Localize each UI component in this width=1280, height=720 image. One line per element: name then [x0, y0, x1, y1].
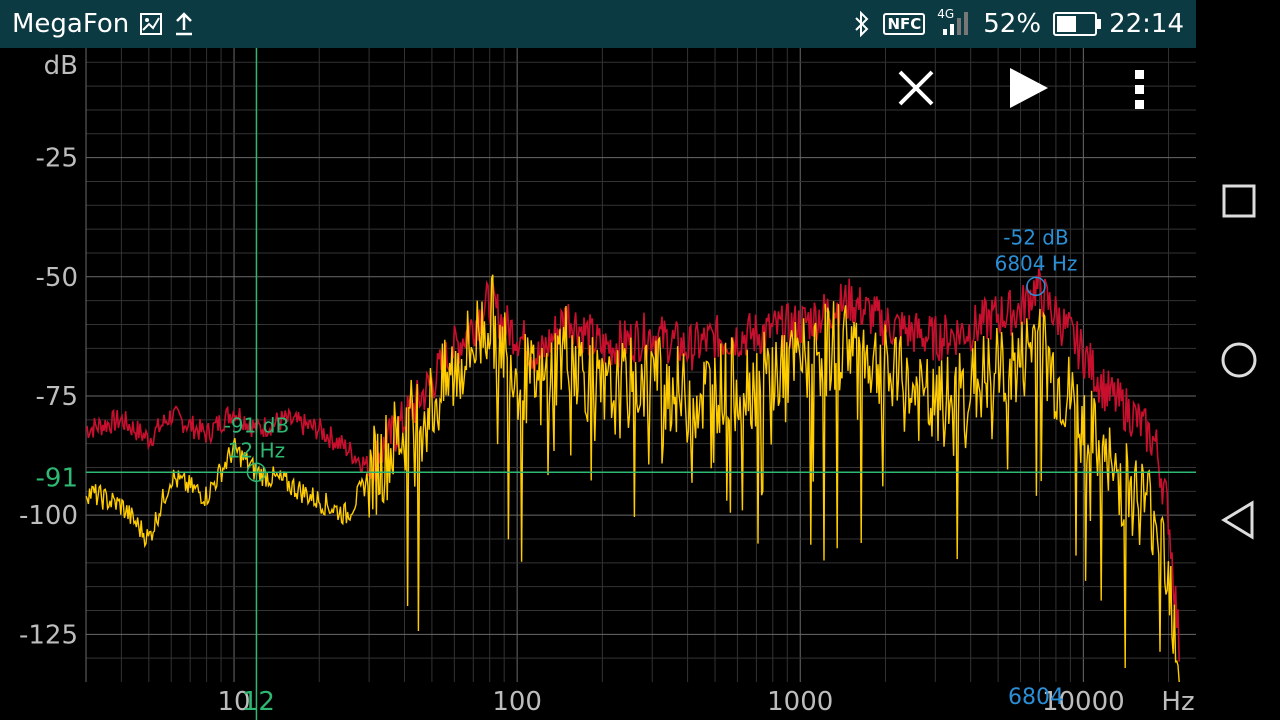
y-axis-unit: dB: [44, 51, 78, 81]
peak-hz-readout: 6804 Hz: [995, 251, 1078, 275]
back-triangle-icon[interactable]: [1220, 500, 1256, 540]
x-tick-label: 100: [492, 687, 542, 717]
status-bar: MegaFon NFC 4G 52% 22:14: [0, 0, 1196, 48]
close-icon[interactable]: [896, 68, 936, 108]
y-tick-label: -25: [36, 144, 78, 174]
navigation-bar: [1196, 0, 1280, 720]
network-type: 4G: [937, 7, 955, 21]
peak-hz-axis-label: 6804: [1008, 685, 1064, 710]
image-icon: [140, 13, 163, 35]
cursor-hz-readout: 12 Hz: [228, 438, 285, 462]
peak-db-readout: -52 dB: [1003, 225, 1068, 249]
y-tick-label: -125: [19, 620, 78, 650]
battery-icon: [1053, 12, 1102, 36]
status-left: MegaFon: [12, 9, 195, 39]
cursor-db-readout: -91 dB: [224, 413, 289, 437]
signal-icon: 4G: [937, 7, 971, 37]
x-tick-label: 1000: [767, 687, 833, 717]
nfc-icon: NFC: [883, 13, 926, 35]
y-tick-label: -75: [36, 382, 78, 412]
x-axis-unit: Hz: [1161, 687, 1194, 717]
clock: 22:14: [1109, 9, 1184, 39]
home-circle-icon[interactable]: [1220, 341, 1258, 379]
spectrum-chart[interactable]: -91 dB12 Hz -52 dB6804 Hz dB-25-50-75-10…: [0, 48, 1196, 720]
more-vert-icon[interactable]: [1130, 68, 1150, 112]
y-tick-label: -100: [19, 501, 78, 531]
cursor-db-axis-label: -91: [36, 463, 78, 493]
chart-traces: [85, 268, 1180, 683]
y-tick-label: -50: [36, 263, 78, 293]
cursor-hz-axis-label: 12: [242, 687, 275, 717]
carrier-name: MegaFon: [12, 9, 130, 39]
battery-fill: [1057, 16, 1076, 32]
bluetooth-icon: [855, 11, 869, 37]
recents-square-icon[interactable]: [1222, 184, 1256, 218]
upload-icon: [176, 12, 193, 36]
play-icon[interactable]: [1006, 66, 1050, 110]
axis-labels: dB-25-50-75-100-125-9110 100 1000 10000 Hz12…: [19, 51, 1195, 717]
status-right: NFC 4G 52% 22:14: [853, 7, 1184, 39]
battery-percent: 52%: [983, 9, 1042, 39]
